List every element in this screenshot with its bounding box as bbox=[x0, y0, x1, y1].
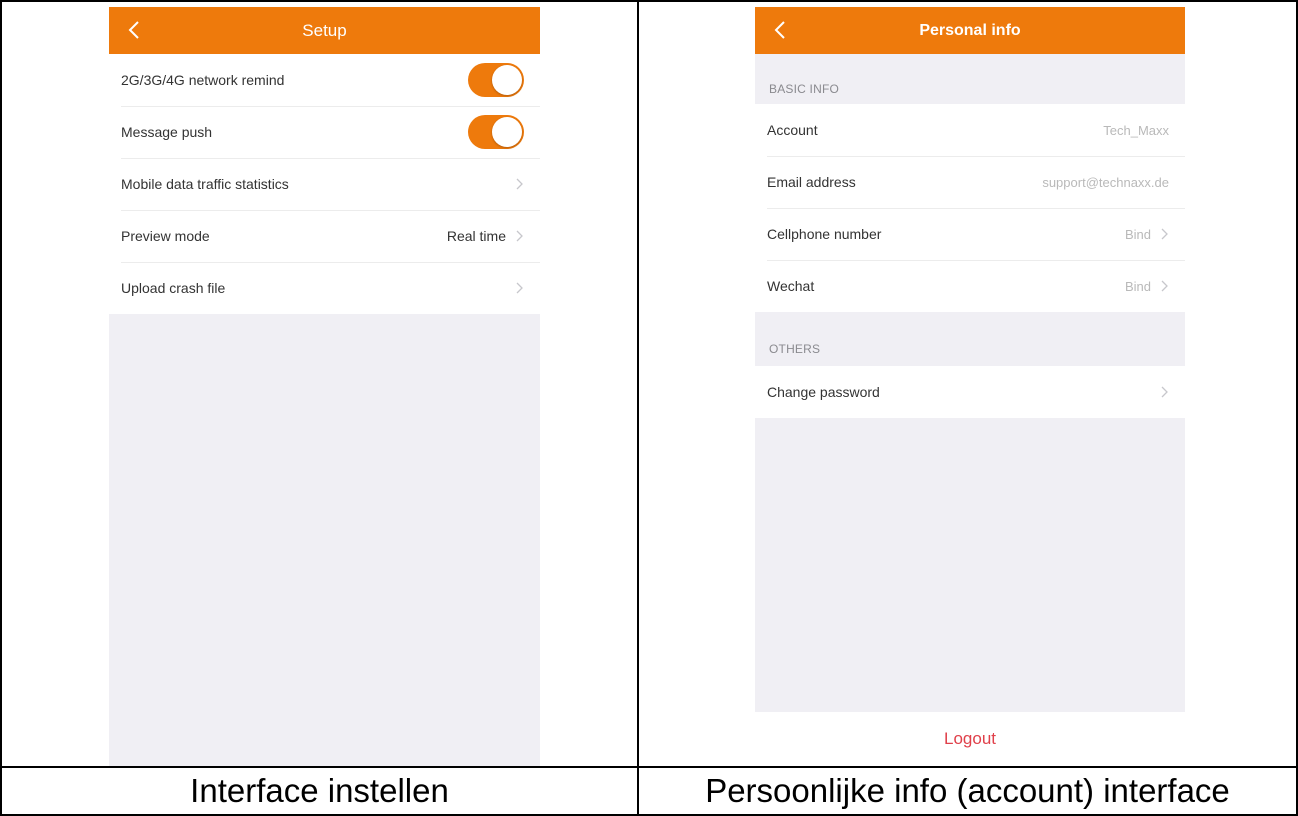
network-remind-row[interactable]: 2G/3G/4G network remind bbox=[109, 54, 540, 106]
email-value: support@technaxx.de bbox=[1042, 174, 1169, 190]
change-password-row[interactable]: Change password bbox=[755, 366, 1185, 418]
basic-info-list: Account Tech_Maxx Email address support@… bbox=[755, 104, 1185, 312]
row-label: Preview mode bbox=[121, 228, 210, 244]
chevron-right-icon bbox=[1161, 386, 1168, 398]
chevron-right-icon bbox=[1161, 228, 1168, 240]
chevron-right-icon bbox=[516, 282, 523, 294]
row-label: Cellphone number bbox=[767, 226, 882, 242]
column-divider bbox=[637, 0, 639, 816]
back-button[interactable] bbox=[769, 18, 791, 42]
personal-navbar: Personal info bbox=[755, 7, 1185, 54]
row-label: Upload crash file bbox=[121, 280, 226, 296]
logout-button[interactable]: Logout bbox=[755, 712, 1185, 766]
basic-info-header: BASIC INFO bbox=[769, 82, 840, 96]
personal-info-screen: Personal info BASIC INFO Account Tech_Ma… bbox=[755, 7, 1185, 712]
chevron-left-icon bbox=[128, 21, 139, 39]
row-label: Mobile data traffic statistics bbox=[121, 176, 289, 192]
account-row: Account Tech_Maxx bbox=[755, 104, 1185, 156]
network-remind-toggle[interactable] bbox=[468, 63, 524, 97]
others-list: Change password bbox=[755, 366, 1185, 418]
page-title: Setup bbox=[302, 20, 347, 40]
preview-mode-value: Real time bbox=[446, 228, 506, 244]
toggle-knob bbox=[492, 65, 522, 95]
toggle-knob bbox=[492, 117, 522, 147]
upload-crash-row[interactable]: Upload crash file bbox=[109, 262, 540, 314]
row-label: Account bbox=[767, 122, 818, 138]
chevron-right-icon bbox=[1161, 280, 1168, 292]
cellphone-bind-value: Bind bbox=[1124, 226, 1151, 242]
row-label: Wechat bbox=[767, 278, 815, 294]
setup-screen: Setup 2G/3G/4G network remind Message pu… bbox=[109, 7, 540, 766]
message-push-toggle[interactable] bbox=[468, 115, 524, 149]
email-row: Email address support@technaxx.de bbox=[755, 156, 1185, 208]
setup-navbar: Setup bbox=[109, 7, 540, 54]
row-label: Message push bbox=[121, 124, 213, 140]
caption-right: Persoonlijke info (account) interface bbox=[705, 772, 1230, 809]
traffic-statistics-row[interactable]: Mobile data traffic statistics bbox=[109, 158, 540, 210]
cellphone-row[interactable]: Cellphone number Bind bbox=[755, 208, 1185, 260]
setup-list: 2G/3G/4G network remind Message push Mob… bbox=[109, 54, 540, 314]
row-label: Email address bbox=[767, 174, 856, 190]
message-push-row[interactable]: Message push bbox=[109, 106, 540, 158]
chevron-left-icon bbox=[774, 21, 785, 39]
others-header: OTHERS bbox=[769, 342, 821, 356]
wechat-row[interactable]: Wechat Bind bbox=[755, 260, 1185, 312]
preview-mode-row[interactable]: Preview mode Real time bbox=[109, 210, 540, 262]
back-button[interactable] bbox=[123, 18, 145, 42]
caption-left: Interface instellen bbox=[190, 772, 449, 809]
account-value: Tech_Maxx bbox=[1103, 122, 1169, 138]
chevron-right-icon bbox=[516, 230, 523, 242]
wechat-bind-value: Bind bbox=[1124, 278, 1151, 294]
chevron-right-icon bbox=[516, 178, 523, 190]
page-title: Personal info bbox=[919, 21, 1021, 39]
row-label: Change password bbox=[767, 384, 880, 400]
row-label: 2G/3G/4G network remind bbox=[121, 72, 285, 88]
